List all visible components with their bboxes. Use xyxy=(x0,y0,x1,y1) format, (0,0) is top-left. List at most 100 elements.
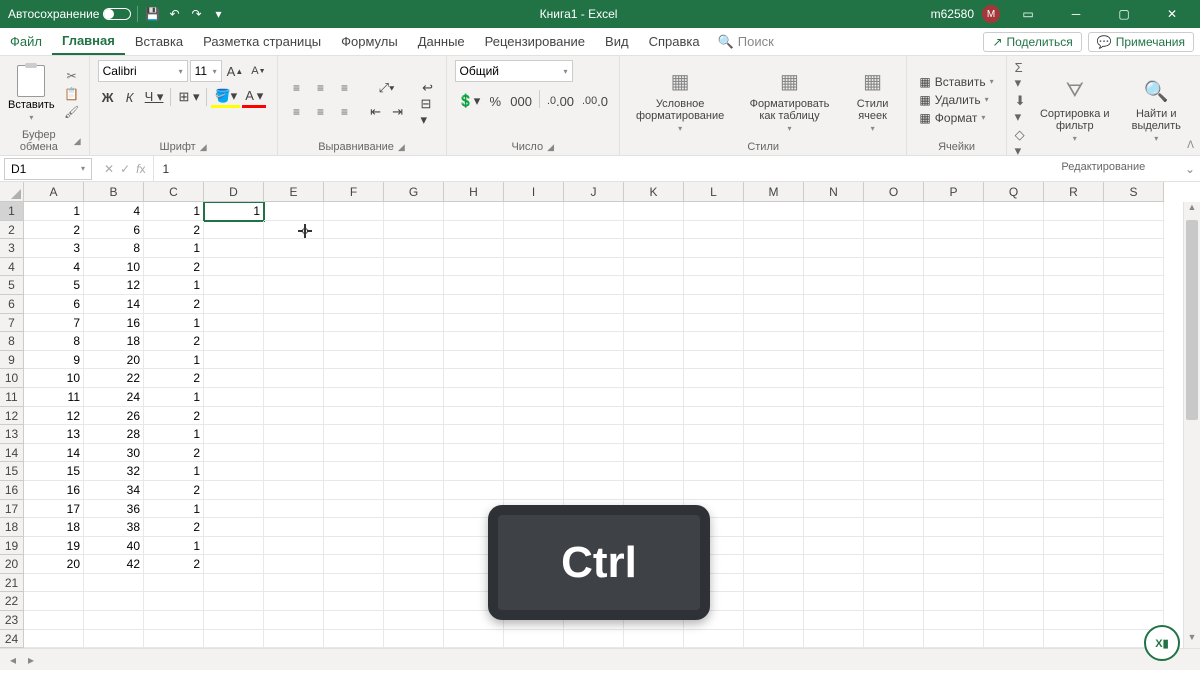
cell-B21[interactable] xyxy=(84,574,144,593)
cell-C18[interactable]: 2 xyxy=(144,518,204,537)
cell-B24[interactable] xyxy=(84,630,144,648)
cell-E11[interactable] xyxy=(264,388,324,407)
cell-D5[interactable] xyxy=(204,276,264,295)
cell-G21[interactable] xyxy=(384,574,444,593)
cell-K4[interactable] xyxy=(624,258,684,277)
cell-R15[interactable] xyxy=(1044,462,1104,481)
cell-R9[interactable] xyxy=(1044,351,1104,370)
cell-F18[interactable] xyxy=(324,518,384,537)
cell-N12[interactable] xyxy=(804,407,864,426)
align-top-button[interactable]: ≡ xyxy=(286,77,308,99)
cell-Q11[interactable] xyxy=(984,388,1044,407)
cell-A21[interactable] xyxy=(24,574,84,593)
cell-J2[interactable] xyxy=(564,221,624,240)
cell-M18[interactable] xyxy=(744,518,804,537)
name-box[interactable]: D1▾ xyxy=(4,158,92,180)
cell-K6[interactable] xyxy=(624,295,684,314)
cell-P18[interactable] xyxy=(924,518,984,537)
align-right-button[interactable]: ≡ xyxy=(334,101,356,123)
cell-M24[interactable] xyxy=(744,630,804,648)
cell-A7[interactable]: 7 xyxy=(24,314,84,333)
cell-O9[interactable] xyxy=(864,351,924,370)
cell-F14[interactable] xyxy=(324,444,384,463)
cell-O15[interactable] xyxy=(864,462,924,481)
cell-B2[interactable]: 6 xyxy=(84,221,144,240)
cell-E15[interactable] xyxy=(264,462,324,481)
column-header-M[interactable]: M xyxy=(744,182,804,202)
tab-formulas[interactable]: Формулы xyxy=(331,28,408,55)
cell-O1[interactable] xyxy=(864,202,924,221)
align-middle-button[interactable]: ≡ xyxy=(310,77,332,99)
cell-O8[interactable] xyxy=(864,332,924,351)
cell-D17[interactable] xyxy=(204,500,264,519)
cell-K13[interactable] xyxy=(624,425,684,444)
cell-G19[interactable] xyxy=(384,537,444,556)
grow-font-button[interactable]: A▲ xyxy=(224,60,247,82)
cell-G7[interactable] xyxy=(384,314,444,333)
cell-E2[interactable] xyxy=(264,221,324,240)
cell-F16[interactable] xyxy=(324,481,384,500)
column-header-N[interactable]: N xyxy=(804,182,864,202)
align-bottom-button[interactable]: ≡ xyxy=(334,77,356,99)
cell-M10[interactable] xyxy=(744,369,804,388)
cell-G15[interactable] xyxy=(384,462,444,481)
dialog-launcher-icon[interactable]: ◢ xyxy=(74,136,81,147)
row-header[interactable]: 22 xyxy=(0,592,24,611)
cell-L11[interactable] xyxy=(684,388,744,407)
cell-Q1[interactable] xyxy=(984,202,1044,221)
cell-B7[interactable]: 16 xyxy=(84,314,144,333)
cell-J11[interactable] xyxy=(564,388,624,407)
comments-button[interactable]: 💬 Примечания xyxy=(1088,32,1194,52)
cell-M20[interactable] xyxy=(744,555,804,574)
column-header-G[interactable]: G xyxy=(384,182,444,202)
cell-P20[interactable] xyxy=(924,555,984,574)
cell-R16[interactable] xyxy=(1044,481,1104,500)
cell-S12[interactable] xyxy=(1104,407,1164,426)
cell-I11[interactable] xyxy=(504,388,564,407)
vertical-scrollbar[interactable]: ▲ ▼ xyxy=(1183,202,1200,648)
cell-B17[interactable]: 36 xyxy=(84,500,144,519)
row-header[interactable]: 15 xyxy=(0,462,24,481)
cell-C19[interactable]: 1 xyxy=(144,537,204,556)
cell-N20[interactable] xyxy=(804,555,864,574)
cell-S9[interactable] xyxy=(1104,351,1164,370)
font-color-button[interactable]: A ▾ xyxy=(242,86,266,108)
cell-N19[interactable] xyxy=(804,537,864,556)
cell-N21[interactable] xyxy=(804,574,864,593)
column-header-J[interactable]: J xyxy=(564,182,624,202)
cell-N9[interactable] xyxy=(804,351,864,370)
cell-N13[interactable] xyxy=(804,425,864,444)
cell-E14[interactable] xyxy=(264,444,324,463)
cell-B3[interactable]: 8 xyxy=(84,239,144,258)
cell-D23[interactable] xyxy=(204,611,264,630)
cell-Q2[interactable] xyxy=(984,221,1044,240)
comma-style-button[interactable]: 000 xyxy=(507,90,535,112)
cell-N1[interactable] xyxy=(804,202,864,221)
close-button[interactable]: ✕ xyxy=(1152,0,1192,28)
cell-O24[interactable] xyxy=(864,630,924,648)
delete-cells-button[interactable]: ▦Удалить ▾ xyxy=(915,92,997,108)
decrease-indent-button[interactable]: ⇤ xyxy=(366,101,386,123)
cell-F19[interactable] xyxy=(324,537,384,556)
row-header[interactable]: 19 xyxy=(0,537,24,556)
format-painter-icon[interactable]: 🖌 xyxy=(63,104,81,120)
row-header[interactable]: 5 xyxy=(0,276,24,295)
cell-C17[interactable]: 1 xyxy=(144,500,204,519)
row-header[interactable]: 2 xyxy=(0,221,24,240)
cell-B12[interactable]: 26 xyxy=(84,407,144,426)
cell-I3[interactable] xyxy=(504,239,564,258)
column-header-I[interactable]: I xyxy=(504,182,564,202)
row-header[interactable]: 6 xyxy=(0,295,24,314)
cell-N22[interactable] xyxy=(804,592,864,611)
cell-A12[interactable]: 12 xyxy=(24,407,84,426)
autosave-toggle[interactable]: Автосохранение xyxy=(8,7,131,21)
increase-decimal-button[interactable]: .0.00 xyxy=(544,90,577,112)
cell-H13[interactable] xyxy=(444,425,504,444)
cell-Q14[interactable] xyxy=(984,444,1044,463)
column-header-R[interactable]: R xyxy=(1044,182,1104,202)
cell-F8[interactable] xyxy=(324,332,384,351)
cell-D18[interactable] xyxy=(204,518,264,537)
align-left-button[interactable]: ≡ xyxy=(286,101,308,123)
cell-H3[interactable] xyxy=(444,239,504,258)
cell-Q15[interactable] xyxy=(984,462,1044,481)
